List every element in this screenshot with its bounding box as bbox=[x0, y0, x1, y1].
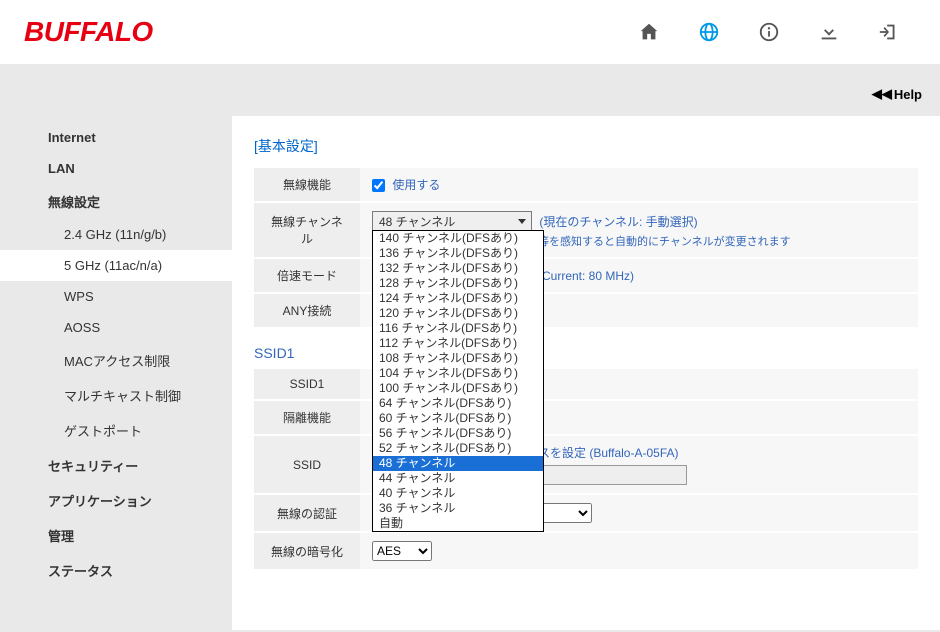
nav-lan[interactable]: LAN bbox=[0, 153, 232, 184]
wireless-fn-checkbox[interactable] bbox=[372, 179, 385, 192]
ssid-hint: スを設定 (Buffalo-A-05FA) bbox=[538, 446, 679, 460]
channel-option[interactable]: 48 チャンネル bbox=[373, 456, 543, 471]
channel-option[interactable]: 自動 bbox=[373, 516, 543, 531]
topbar-icons bbox=[638, 21, 916, 43]
channel-option[interactable]: 60 チャンネル(DFSあり) bbox=[373, 411, 543, 426]
logout-icon[interactable] bbox=[878, 21, 900, 43]
row-any-label: ANY接続 bbox=[254, 293, 360, 328]
enc-select[interactable]: AES bbox=[372, 541, 432, 561]
channel-option[interactable]: 128 チャンネル(DFSあり) bbox=[373, 276, 543, 291]
logo: BUFFALO bbox=[24, 16, 153, 48]
globe-icon[interactable] bbox=[698, 21, 720, 43]
row-double-label: 倍速モード bbox=[254, 258, 360, 293]
double-value: (Current: 80 MHz) bbox=[538, 269, 634, 283]
nav-admin[interactable]: 管理 bbox=[0, 518, 232, 553]
nav-multicast[interactable]: マルチキャスト制御 bbox=[0, 378, 232, 413]
help-label: Help bbox=[894, 87, 922, 102]
nav-security[interactable]: セキュリティー bbox=[0, 448, 232, 483]
channel-option[interactable]: 140 チャンネル(DFSあり) bbox=[373, 231, 543, 246]
channel-option[interactable]: 64 チャンネル(DFSあり) bbox=[373, 396, 543, 411]
channel-option[interactable]: 136 チャンネル(DFSあり) bbox=[373, 246, 543, 261]
channel-option[interactable]: 104 チャンネル(DFSあり) bbox=[373, 366, 543, 381]
topbar: BUFFALO bbox=[0, 0, 940, 64]
download-icon[interactable] bbox=[818, 21, 840, 43]
channel-option[interactable]: 120 チャンネル(DFSあり) bbox=[373, 306, 543, 321]
channel-select[interactable]: 48 チャンネル bbox=[372, 211, 532, 231]
channel-option[interactable]: 100 チャンネル(DFSあり) bbox=[373, 381, 543, 396]
wireless-fn-value: 使用する bbox=[392, 178, 440, 192]
row-ssid1-label: SSID1 bbox=[254, 369, 360, 400]
channel-note1: (現在のチャンネル: 手動選択) bbox=[539, 215, 697, 229]
home-icon[interactable] bbox=[638, 21, 660, 43]
nav-internet[interactable]: Internet bbox=[0, 122, 232, 153]
channel-option[interactable]: 40 チャンネル bbox=[373, 486, 543, 501]
channel-option[interactable]: 36 チャンネル bbox=[373, 501, 543, 516]
ssid1-table: SSID1 隔離機能 SSID スを設定 (Buffalo-A-05FA) 値を… bbox=[254, 369, 918, 571]
row-enc-label: 無線の暗号化 bbox=[254, 532, 360, 570]
nav-wireless-5ghz[interactable]: 5 GHz (11ac/n/a) bbox=[0, 250, 232, 281]
wireless-fn-checkbox-wrap[interactable]: 使用する bbox=[372, 178, 440, 192]
channel-dropdown[interactable]: 140 チャンネル(DFSあり)136 チャンネル(DFSあり)132 チャンネ… bbox=[372, 230, 544, 532]
sidebar: Internet LAN 無線設定 2.4 GHz (11n/g/b) 5 GH… bbox=[0, 116, 232, 630]
basic-table: 無線機能 使用する 無線チャンネル 48 チャンネル 140 チャンネル(DFS… bbox=[254, 168, 918, 329]
channel-option[interactable]: 44 チャンネル bbox=[373, 471, 543, 486]
channel-option[interactable]: 108 チャンネル(DFSあり) bbox=[373, 351, 543, 366]
row-wireless-fn-label: 無線機能 bbox=[254, 168, 360, 202]
nav-application[interactable]: アプリケーション bbox=[0, 483, 232, 518]
row-ssid-label: SSID bbox=[254, 435, 360, 494]
nav-wireless[interactable]: 無線設定 bbox=[0, 184, 232, 219]
section-title-basic: [基本設定] bbox=[254, 136, 918, 156]
channel-option[interactable]: 124 チャンネル(DFSあり) bbox=[373, 291, 543, 306]
nav-wps[interactable]: WPS bbox=[0, 281, 232, 312]
help-row: ◀◀ Help bbox=[0, 64, 940, 116]
row-auth-label: 無線の認証 bbox=[254, 494, 360, 532]
help-triangles-icon: ◀◀ bbox=[872, 86, 892, 102]
ssid1-header: SSID1 bbox=[254, 345, 918, 361]
channel-option[interactable]: 52 チャンネル(DFSあり) bbox=[373, 441, 543, 456]
channel-option[interactable]: 56 チャンネル(DFSあり) bbox=[373, 426, 543, 441]
channel-option[interactable]: 116 チャンネル(DFSあり) bbox=[373, 321, 543, 336]
channel-note2: 等を感知すると自動的にチャンネルが変更されます bbox=[538, 233, 906, 249]
nav-aoss[interactable]: AOSS bbox=[0, 312, 232, 343]
channel-select-value: 48 チャンネル bbox=[379, 213, 455, 230]
channel-select-wrap: 48 チャンネル 140 チャンネル(DFSあり)136 チャンネル(DFSあり… bbox=[372, 211, 532, 231]
nav-status[interactable]: ステータス bbox=[0, 553, 232, 588]
channel-option[interactable]: 132 チャンネル(DFSあり) bbox=[373, 261, 543, 276]
row-isolate-label: 隔離機能 bbox=[254, 400, 360, 435]
help-link[interactable]: ◀◀ Help bbox=[872, 86, 922, 102]
nav-wireless-24ghz[interactable]: 2.4 GHz (11n/g/b) bbox=[0, 219, 232, 250]
content-panel: [基本設定] 無線機能 使用する 無線チャンネル 48 チャンネル bbox=[232, 116, 940, 630]
channel-option[interactable]: 112 チャンネル(DFSあり) bbox=[373, 336, 543, 351]
row-channel-label: 無線チャンネル bbox=[254, 202, 360, 258]
nav-guest-port[interactable]: ゲストポート bbox=[0, 413, 232, 448]
nav-mac-filter[interactable]: MACアクセス制限 bbox=[0, 343, 232, 378]
info-icon[interactable] bbox=[758, 21, 780, 43]
